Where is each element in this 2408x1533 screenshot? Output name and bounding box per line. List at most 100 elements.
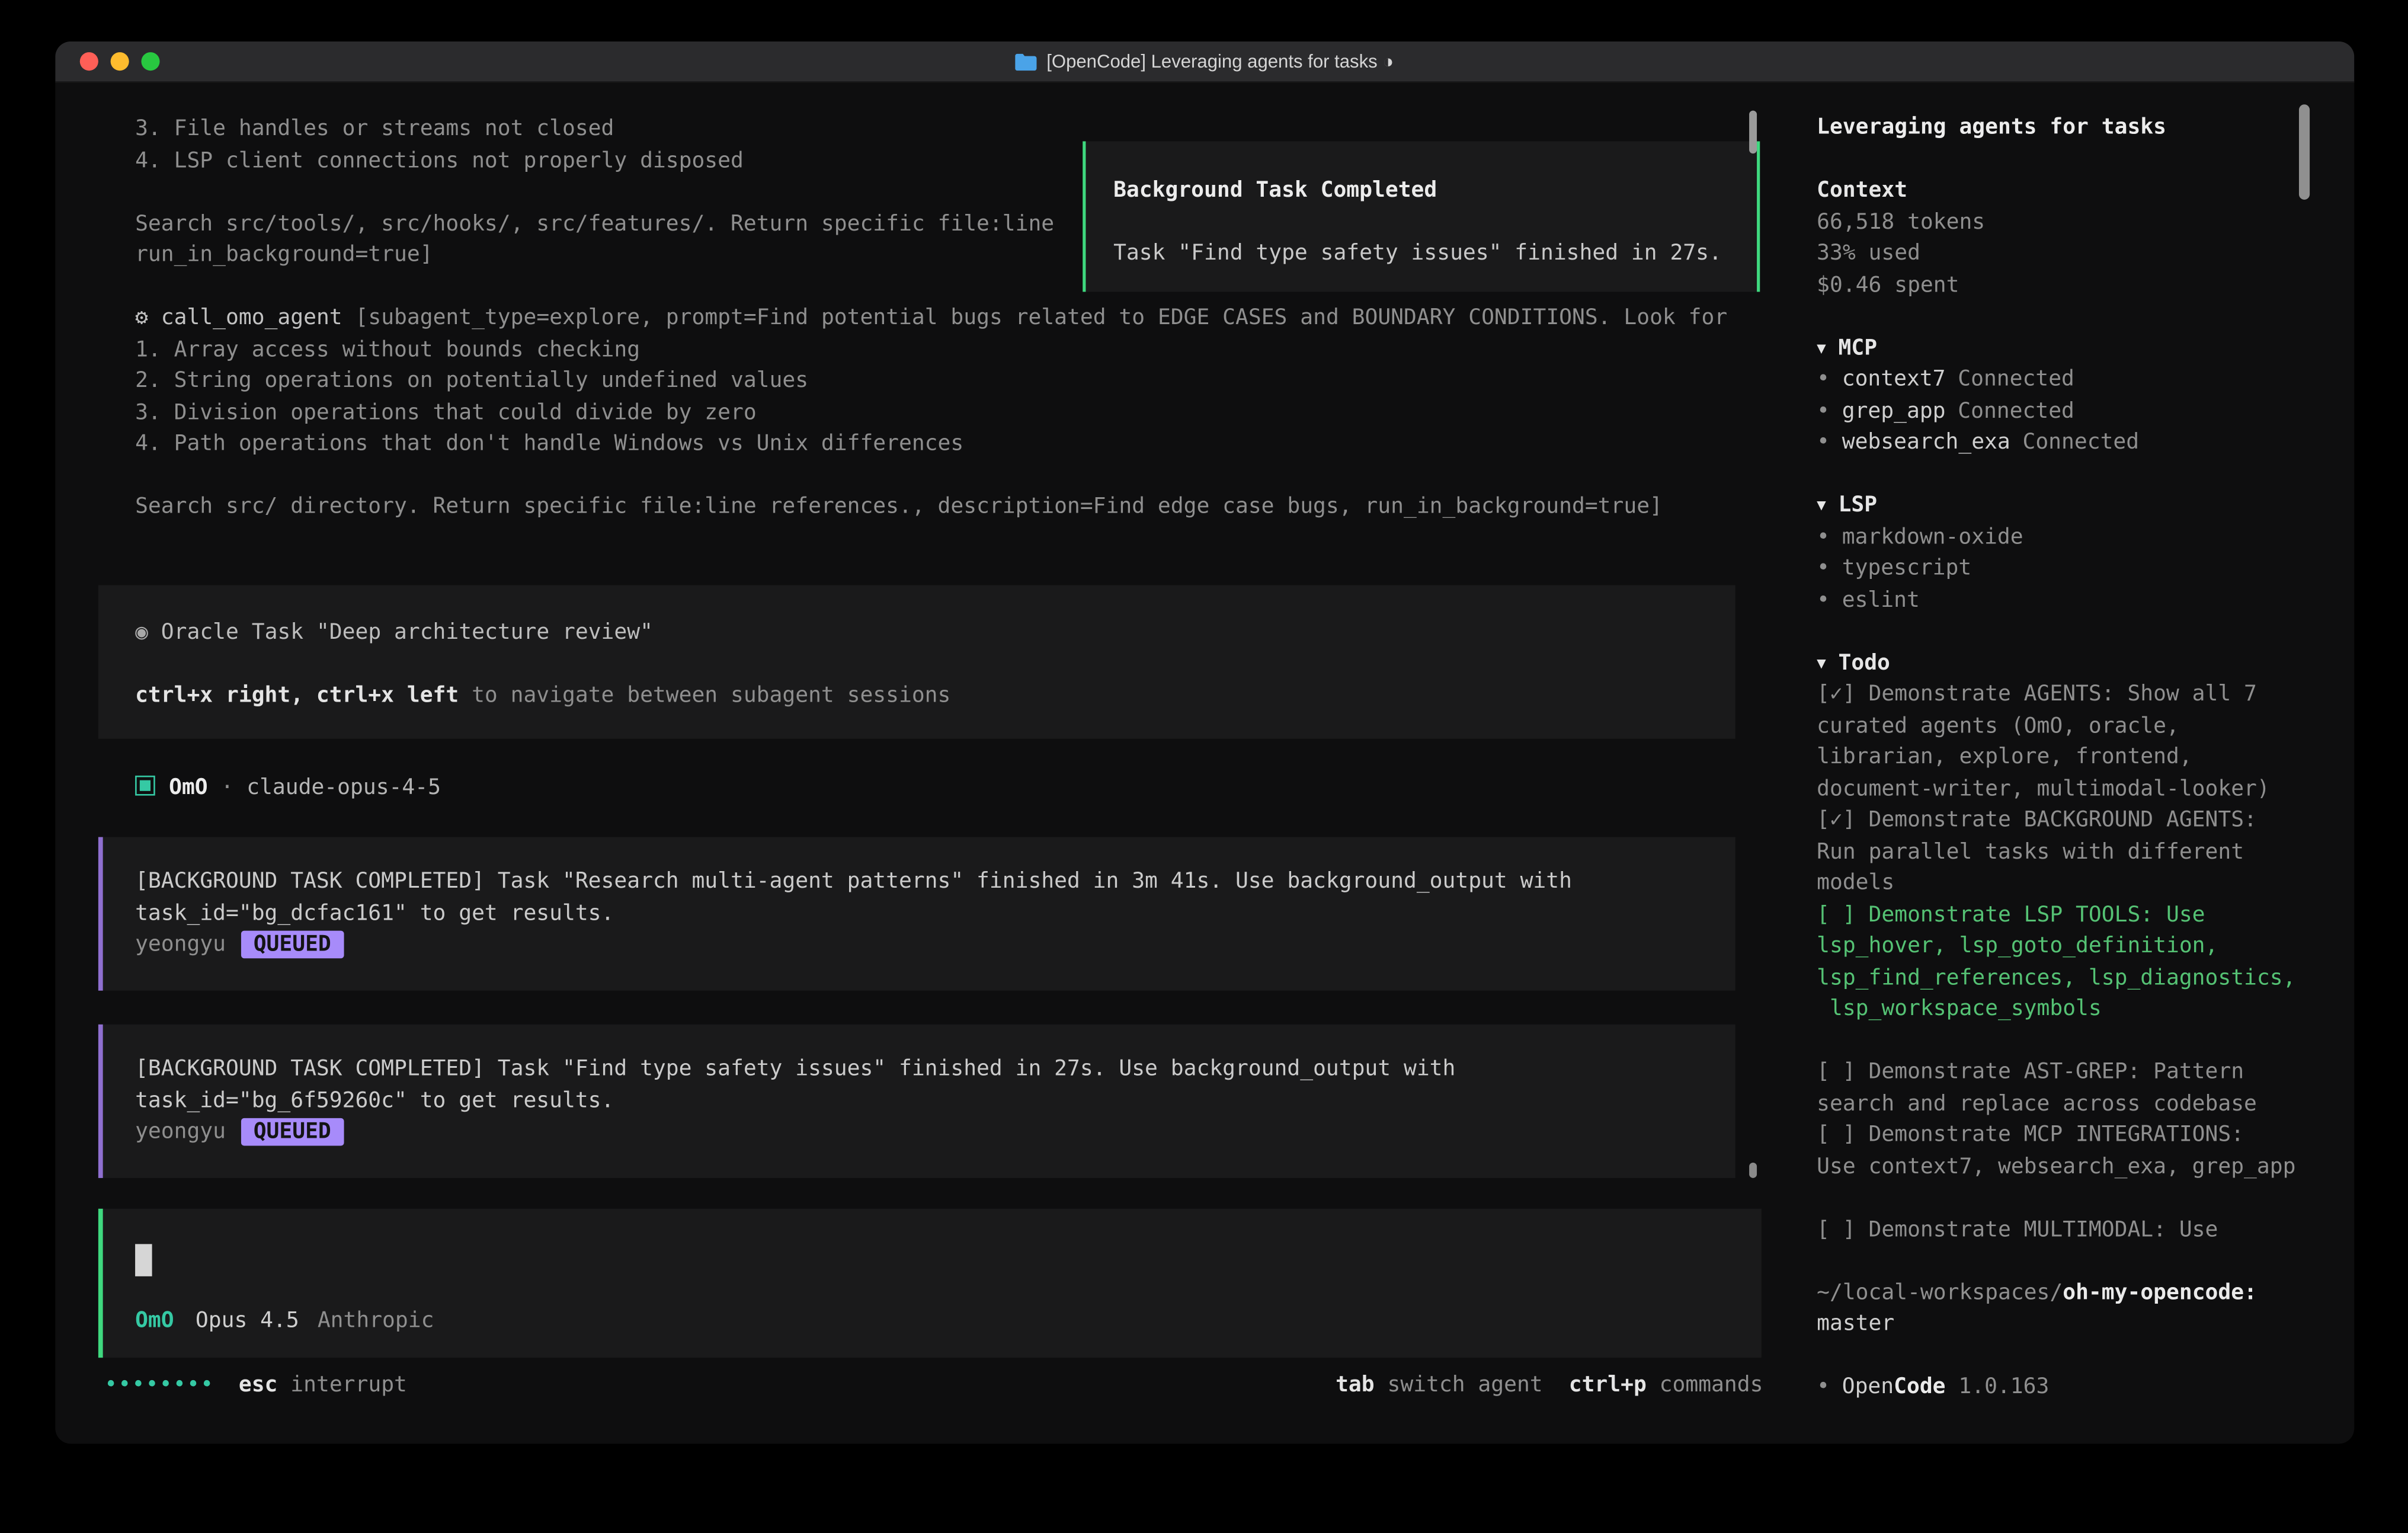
- lsp-heading[interactable]: ▼LSP: [1817, 490, 2354, 521]
- esc-key-label: esc: [239, 1373, 278, 1397]
- todo-line: document-writer, multimodal-looker): [1817, 773, 2354, 805]
- bullet-icon: •: [1817, 587, 1830, 612]
- todo-line: [ ] Demonstrate AST-GREP: Pattern: [1817, 1057, 2354, 1088]
- chevron-down-icon: ▼: [1817, 334, 1826, 366]
- log-line: 3. File handles or streams not closed: [98, 114, 1794, 145]
- separator: ·: [208, 775, 247, 799]
- ctrlp-action-label: commands: [1647, 1373, 1763, 1397]
- queued-badge: QUEUED: [241, 931, 344, 959]
- active-agent-label: OmO: [135, 1308, 174, 1333]
- status-left: •••••••• esc interrupt: [104, 1370, 407, 1401]
- oracle-hint-line: ctrl+x right, ctrl+x left to navigate be…: [98, 680, 1735, 711]
- app-version: •OpenCode 1.0.163: [1817, 1372, 2354, 1403]
- todo-line-active: [ ] Demonstrate LSP TOOLS: Use: [1817, 900, 2354, 931]
- blank-line: [1817, 1025, 2354, 1057]
- workspace-path: ~/local-workspaces/oh-my-opencode:: [1817, 1277, 2354, 1308]
- message-body-line: [BACKGROUND TASK COMPLETED] Task "Find t…: [103, 1054, 1735, 1085]
- bullet-icon: •: [1817, 524, 1830, 549]
- main-scrollbar-thumb[interactable]: [1749, 111, 1757, 154]
- todo-line: models: [1817, 868, 2354, 899]
- lsp-item: •typescript: [1817, 553, 2354, 584]
- message-body-line: task_id="bg_dcfac161" to get results.: [103, 898, 1735, 929]
- todo-line: [ ] Demonstrate MULTIMODAL: Use: [1817, 1214, 2354, 1246]
- message-footer: yeongyu QUEUED: [103, 929, 1735, 961]
- todo-line: curated agents (OmO, oracle,: [1817, 711, 2354, 742]
- bullet-icon: •: [1817, 430, 1830, 455]
- mcp-heading-label: MCP: [1839, 335, 1878, 360]
- terminal-window: [OpenCode] Leveraging agents for tasks ◑…: [55, 41, 2354, 1444]
- blank-line: [1817, 616, 2354, 647]
- log-line: Search src/ directory. Return specific f…: [98, 491, 1794, 523]
- oracle-task-panel: ◉ Oracle Task "Deep architecture review"…: [98, 584, 1735, 738]
- log-line: 3. Division operations that could divide…: [98, 397, 1794, 428]
- agent-model: claude-opus-4-5: [246, 775, 441, 799]
- blank-line: [1085, 207, 1757, 238]
- todo-line: Run parallel tasks with different: [1817, 836, 2354, 868]
- main-scrollbar-marker[interactable]: [1749, 1163, 1757, 1178]
- mcp-item-status: Connected: [1958, 399, 2074, 423]
- tool-name: call_omo_agent: [148, 306, 342, 330]
- window-title: [OpenCode] Leveraging agents for tasks ◑: [1016, 51, 1394, 72]
- message-author: yeongyu: [135, 932, 226, 956]
- lsp-item-name: eslint: [1842, 587, 1920, 612]
- workspace-repo-name: oh-my-opencode:: [2063, 1280, 2257, 1304]
- todo-line: librarian, explore, frontend,: [1817, 742, 2354, 773]
- app-name-open: Open: [1842, 1375, 1894, 1399]
- prompt-input[interactable]: OmO Opus 4.5 Anthropic: [98, 1209, 1762, 1358]
- mcp-item: •context7Connected: [1817, 364, 2354, 395]
- log-line: 1. Array access without bounds checking: [98, 334, 1794, 366]
- todo-line: [✓] Demonstrate BACKGROUND AGENTS:: [1817, 805, 2354, 836]
- bullet-icon: •: [1817, 367, 1830, 391]
- log-line: 4. Path operations that don't handle Win…: [98, 428, 1794, 460]
- app-name-code: Code: [1894, 1375, 1945, 1399]
- message-card: [BACKGROUND TASK COMPLETED] Task "Find t…: [98, 1025, 1735, 1178]
- chevron-down-icon: ▼: [1817, 649, 1826, 680]
- todo-line-active: lsp_hover, lsp_goto_definition,: [1817, 931, 2354, 962]
- tab-action-label: switch agent: [1375, 1373, 1543, 1397]
- gear-icon: ⚙: [135, 306, 148, 330]
- tool-call-line: ⚙ call_omo_agent [subagent_type=explore,…: [98, 303, 1794, 334]
- queued-badge: QUEUED: [241, 1118, 344, 1146]
- provider-label: Anthropic: [318, 1308, 434, 1333]
- blank-line: [1817, 459, 2354, 490]
- log-line: 2. String operations on potentially unde…: [98, 366, 1794, 397]
- mcp-item-status: Connected: [2022, 430, 2139, 455]
- notification-toast: Background Task Completed Task "Find typ…: [1083, 141, 1760, 292]
- active-model-label: Opus 4.5: [196, 1308, 299, 1333]
- lsp-item: • eslint: [1817, 584, 2354, 616]
- message-author: yeongyu: [135, 1119, 226, 1144]
- agent-name: OmO: [169, 775, 208, 799]
- shortcut-keys: ctrl+x right, ctrl+x left: [135, 683, 459, 707]
- todo-line: [✓] Demonstrate AGENTS: Show all 7: [1817, 679, 2354, 711]
- tool-args: [subagent_type=explore, prompt=Find pote…: [342, 306, 1728, 330]
- blank-line: [1817, 301, 2354, 332]
- maximize-button[interactable]: [141, 52, 159, 71]
- oracle-title: Oracle Task "Deep architecture review": [148, 620, 653, 644]
- shortcut-hint: to navigate between subagent sessions: [459, 683, 950, 707]
- context-heading: Context: [1817, 175, 2354, 206]
- mcp-item: •websearch_exaConnected: [1817, 427, 2354, 459]
- minimize-button[interactable]: [111, 52, 129, 71]
- context-tokens: 66,518 tokens: [1817, 207, 2354, 238]
- todo-heading[interactable]: ▼Todo: [1817, 647, 2354, 679]
- chevron-down-icon: ▼: [1817, 491, 1826, 523]
- oracle-title-line: ◉ Oracle Task "Deep architecture review": [98, 617, 1735, 648]
- lsp-item: •markdown-oxide: [1817, 521, 2354, 553]
- blank-line: [1817, 1340, 2354, 1371]
- sidebar-scrollbar-thumb[interactable]: [2299, 104, 2310, 200]
- mcp-heading[interactable]: ▼ MCP: [1817, 332, 2354, 364]
- bullet-icon: •: [1817, 1375, 1830, 1399]
- close-button[interactable]: [80, 52, 98, 71]
- blank-line: [98, 460, 1794, 491]
- esc-action-label: interrupt: [277, 1373, 406, 1397]
- todo-line: Use context7, websearch_exa, grep_app: [1817, 1151, 2354, 1183]
- lsp-item-name: typescript: [1842, 556, 1971, 580]
- activity-dots-icon: ••••••••: [104, 1373, 214, 1397]
- blank-line: [1817, 143, 2354, 175]
- context-used: 33% used: [1817, 238, 2354, 270]
- message-body-line: task_id="bg_6f59260c" to get results.: [103, 1085, 1735, 1116]
- message-body-line: [BACKGROUND TASK COMPLETED] Task "Resear…: [103, 866, 1735, 898]
- tab-key-label: tab: [1336, 1373, 1375, 1397]
- conversation-pane: 3. File handles or streams not closed 4.…: [55, 83, 1794, 1444]
- bullet-icon: •: [1817, 399, 1830, 423]
